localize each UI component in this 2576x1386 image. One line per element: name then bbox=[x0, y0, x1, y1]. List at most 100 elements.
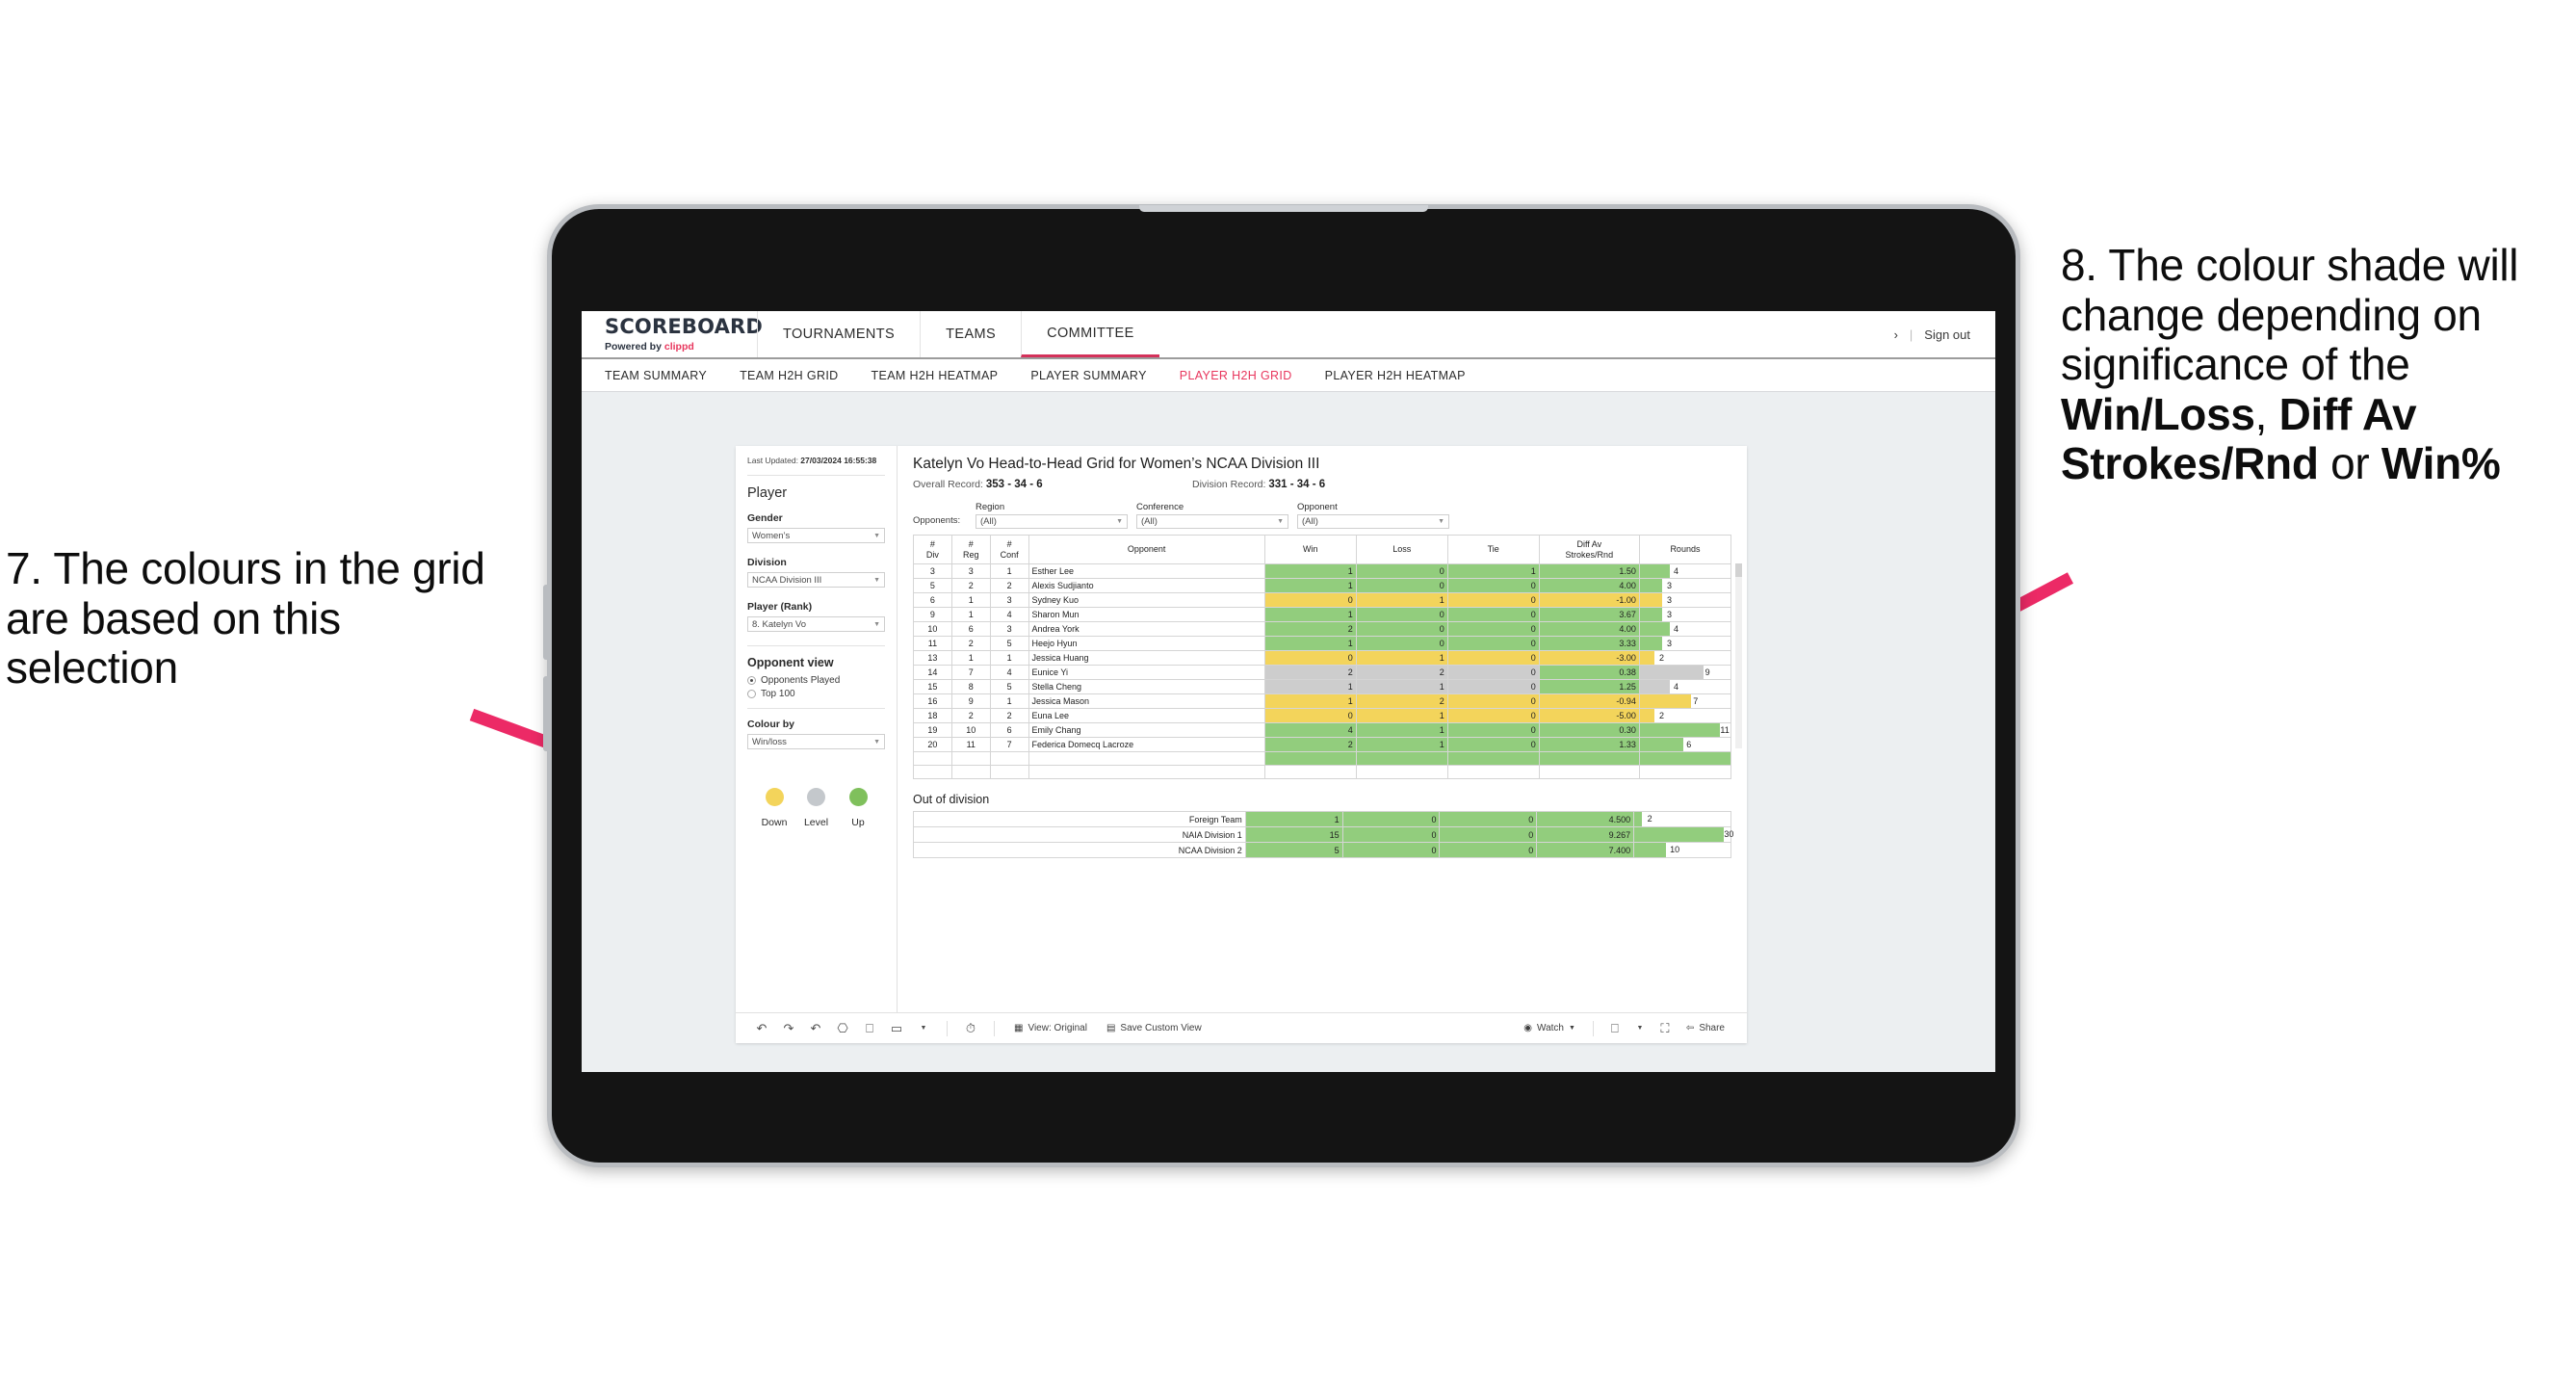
table-cell bbox=[989, 765, 1029, 779]
brand-logo[interactable]: SCOREBOARD Powered by clippd bbox=[582, 311, 763, 357]
watch-button[interactable]: ◉ Watch ▼ bbox=[1515, 1023, 1584, 1033]
conference-value: (All) bbox=[1141, 516, 1158, 527]
sign-out-button[interactable]: Sign out bbox=[1924, 327, 1970, 342]
table-cell: 1 bbox=[1263, 679, 1357, 694]
refresh-icon[interactable]: ⎔ bbox=[830, 1021, 855, 1036]
colour-by-select[interactable]: Win/loss ▼ bbox=[747, 734, 885, 750]
fullscreen-icon[interactable]: ⛶ bbox=[1652, 1021, 1678, 1036]
rounds-value: 10 bbox=[1670, 845, 1680, 854]
share-button[interactable]: ⇦ Share bbox=[1678, 1023, 1733, 1033]
save-custom-view-button[interactable]: ▤ Save Custom View bbox=[1098, 1023, 1210, 1033]
table-cell: 16 bbox=[913, 693, 952, 709]
table-row[interactable]: 11 2 5 Heejo Hyun 1 0 0 3.33 3 bbox=[913, 636, 1732, 651]
table-cell bbox=[1028, 765, 1265, 779]
out-of-division-row[interactable]: Foreign Team 1 0 0 4.500 2 bbox=[913, 811, 1731, 827]
visualization-container: Last Updated: 27/03/2024 16:55:38 Player… bbox=[736, 446, 1747, 1043]
rounds-bar bbox=[1634, 812, 1643, 826]
clock-icon[interactable]: ⏱ bbox=[958, 1021, 983, 1036]
main-content: Katelyn Vo Head-to-Head Grid for Women’s… bbox=[898, 446, 1747, 1012]
top-nav-committee[interactable]: COMMITTEE bbox=[1021, 311, 1159, 357]
out-of-division-tie: 0 bbox=[1439, 826, 1538, 843]
table-row[interactable]: 6 1 3 Sydney Kuo 0 1 0 -1.00 3 bbox=[913, 592, 1732, 608]
table-row[interactable]: 16 9 1 Jessica Mason 1 2 0 -0.94 7 bbox=[913, 693, 1732, 709]
divider-2 bbox=[747, 645, 885, 647]
divider-1 bbox=[747, 475, 885, 477]
scrollbar-thumb[interactable] bbox=[1735, 563, 1742, 577]
subnav-player-h2h-heatmap[interactable]: PLAYER H2H HEATMAP bbox=[1325, 369, 1466, 382]
table-cell bbox=[1638, 765, 1732, 779]
out-of-division-win: 5 bbox=[1244, 842, 1343, 858]
rectangle-select-icon[interactable]: ▭ bbox=[884, 1021, 909, 1036]
opponent-select[interactable]: (All) ▼ bbox=[1297, 514, 1449, 529]
share-icon: ⇦ bbox=[1685, 1023, 1695, 1033]
legend-dot-level bbox=[807, 788, 825, 807]
top-nav-teams[interactable]: TEAMS bbox=[920, 311, 1021, 357]
chevron-down-icon[interactable]: ▼ bbox=[911, 1025, 936, 1032]
subnav-team-summary[interactable]: TEAM SUMMARY bbox=[605, 369, 707, 382]
table-cell: Esther Lee bbox=[1028, 563, 1265, 579]
legend-level: Level bbox=[797, 788, 836, 830]
out-of-division-row[interactable]: NCAA Division 2 5 0 0 7.400 10 bbox=[913, 842, 1731, 858]
table-vertical-scrollbar[interactable] bbox=[1735, 563, 1742, 748]
table-row[interactable]: 14 7 4 Eunice Yi 2 2 0 0.38 9 bbox=[913, 665, 1732, 680]
rounds-bar bbox=[1639, 622, 1670, 636]
toolbar-divider-1 bbox=[947, 1020, 948, 1036]
col-win: Win bbox=[1263, 535, 1357, 564]
table-row[interactable]: 13 1 1 Jessica Huang 0 1 0 -3.00 2 bbox=[913, 650, 1732, 666]
table-cell: 11 bbox=[913, 636, 952, 651]
gender-select[interactable]: Women’s ▼ bbox=[747, 528, 885, 544]
save-custom-view-label: Save Custom View bbox=[1120, 1023, 1202, 1033]
download-icon[interactable]: ⎕ bbox=[1602, 1021, 1627, 1036]
watch-icon: ◉ bbox=[1523, 1023, 1533, 1033]
view-original-button[interactable]: ▦ View: Original bbox=[1005, 1023, 1096, 1033]
subnav-team-h2h-grid[interactable]: TEAM H2H GRID bbox=[740, 369, 838, 382]
region-select[interactable]: (All) ▼ bbox=[976, 514, 1128, 529]
table-row[interactable]: 15 8 5 Stella Cheng 1 1 0 1.25 4 bbox=[913, 679, 1732, 694]
table-cell: 0 bbox=[1446, 693, 1540, 709]
col-conf: # Conf bbox=[989, 535, 1029, 564]
table-cell: -3.00 bbox=[1538, 650, 1640, 666]
colour-by-field: Colour by Win/loss ▼ bbox=[747, 719, 885, 750]
colour-legend: Down Level Up bbox=[747, 788, 885, 830]
rounds-bar bbox=[1639, 738, 1684, 751]
table-cell: 1 bbox=[1355, 708, 1448, 723]
top-nav-tournaments[interactable]: TOURNAMENTS bbox=[757, 311, 920, 357]
undo-icon[interactable]: ↶ bbox=[749, 1021, 774, 1036]
table-row[interactable]: 10 6 3 Andrea York 2 0 0 4.00 4 bbox=[913, 621, 1732, 637]
subnav-team-h2h-heatmap[interactable]: TEAM H2H HEATMAP bbox=[872, 369, 999, 382]
annotation-right-sep1: , bbox=[2254, 388, 2279, 439]
table-cell: 0.38 bbox=[1538, 665, 1640, 680]
chevron-right-icon[interactable]: › bbox=[1894, 327, 1898, 342]
divider-3 bbox=[747, 708, 885, 710]
pause-icon[interactable]: ⎕ bbox=[857, 1021, 882, 1036]
revert-icon[interactable]: ↶ bbox=[803, 1021, 828, 1036]
table-row[interactable]: 3 3 1 Esther Lee 1 0 1 1.50 4 bbox=[913, 563, 1732, 579]
tablet-volume-up-button[interactable] bbox=[543, 585, 548, 660]
subnav-player-h2h-grid[interactable]: PLAYER H2H GRID bbox=[1180, 369, 1292, 382]
player-rank-select[interactable]: 8. Katelyn Vo ▼ bbox=[747, 616, 885, 633]
chevron-down-icon: ▼ bbox=[873, 738, 880, 745]
tablet-volume-down-button[interactable] bbox=[543, 676, 548, 751]
table-row[interactable]: 18 2 2 Euna Lee 0 1 0 -5.00 2 bbox=[913, 708, 1732, 723]
rounds-bar bbox=[1639, 564, 1670, 578]
table-row[interactable]: 19 10 6 Emily Chang 4 1 0 0.30 11 bbox=[913, 722, 1732, 738]
table-cell: 7 bbox=[989, 737, 1029, 752]
conference-select[interactable]: (All) ▼ bbox=[1136, 514, 1288, 529]
radio-top-100[interactable]: Top 100 bbox=[747, 689, 885, 699]
radio-opponents-played[interactable]: Opponents Played bbox=[747, 675, 885, 686]
out-of-division-row[interactable]: NAIA Division 1 15 0 0 9.267 30 bbox=[913, 826, 1733, 843]
out-of-division-name: NCAA Division 2 bbox=[913, 842, 1246, 858]
chevron-down-icon[interactable]: ▼ bbox=[1627, 1025, 1652, 1032]
table-row[interactable]: 5 2 2 Alexis Sudjianto 1 0 0 4.00 3 bbox=[913, 578, 1732, 593]
table-cell: 9 bbox=[913, 607, 952, 622]
division-field: Division NCAA Division III ▼ bbox=[747, 557, 885, 588]
division-label: Division bbox=[747, 557, 787, 569]
col-reg: # Reg bbox=[950, 535, 991, 564]
top-bar-right: › | Sign out bbox=[1894, 311, 1995, 357]
table-row[interactable]: 20 11 7 Federica Domecq Lacroze 2 1 0 1.33 6 bbox=[913, 737, 1732, 752]
table-row[interactable]: 9 1 4 Sharon Mun 1 0 0 3.67 3 bbox=[913, 607, 1732, 622]
out-of-division-diff: 9.267 bbox=[1536, 826, 1635, 843]
division-select[interactable]: NCAA Division III ▼ bbox=[747, 572, 885, 588]
redo-icon[interactable]: ↷ bbox=[776, 1021, 801, 1036]
subnav-player-summary[interactable]: PLAYER SUMMARY bbox=[1030, 369, 1146, 382]
